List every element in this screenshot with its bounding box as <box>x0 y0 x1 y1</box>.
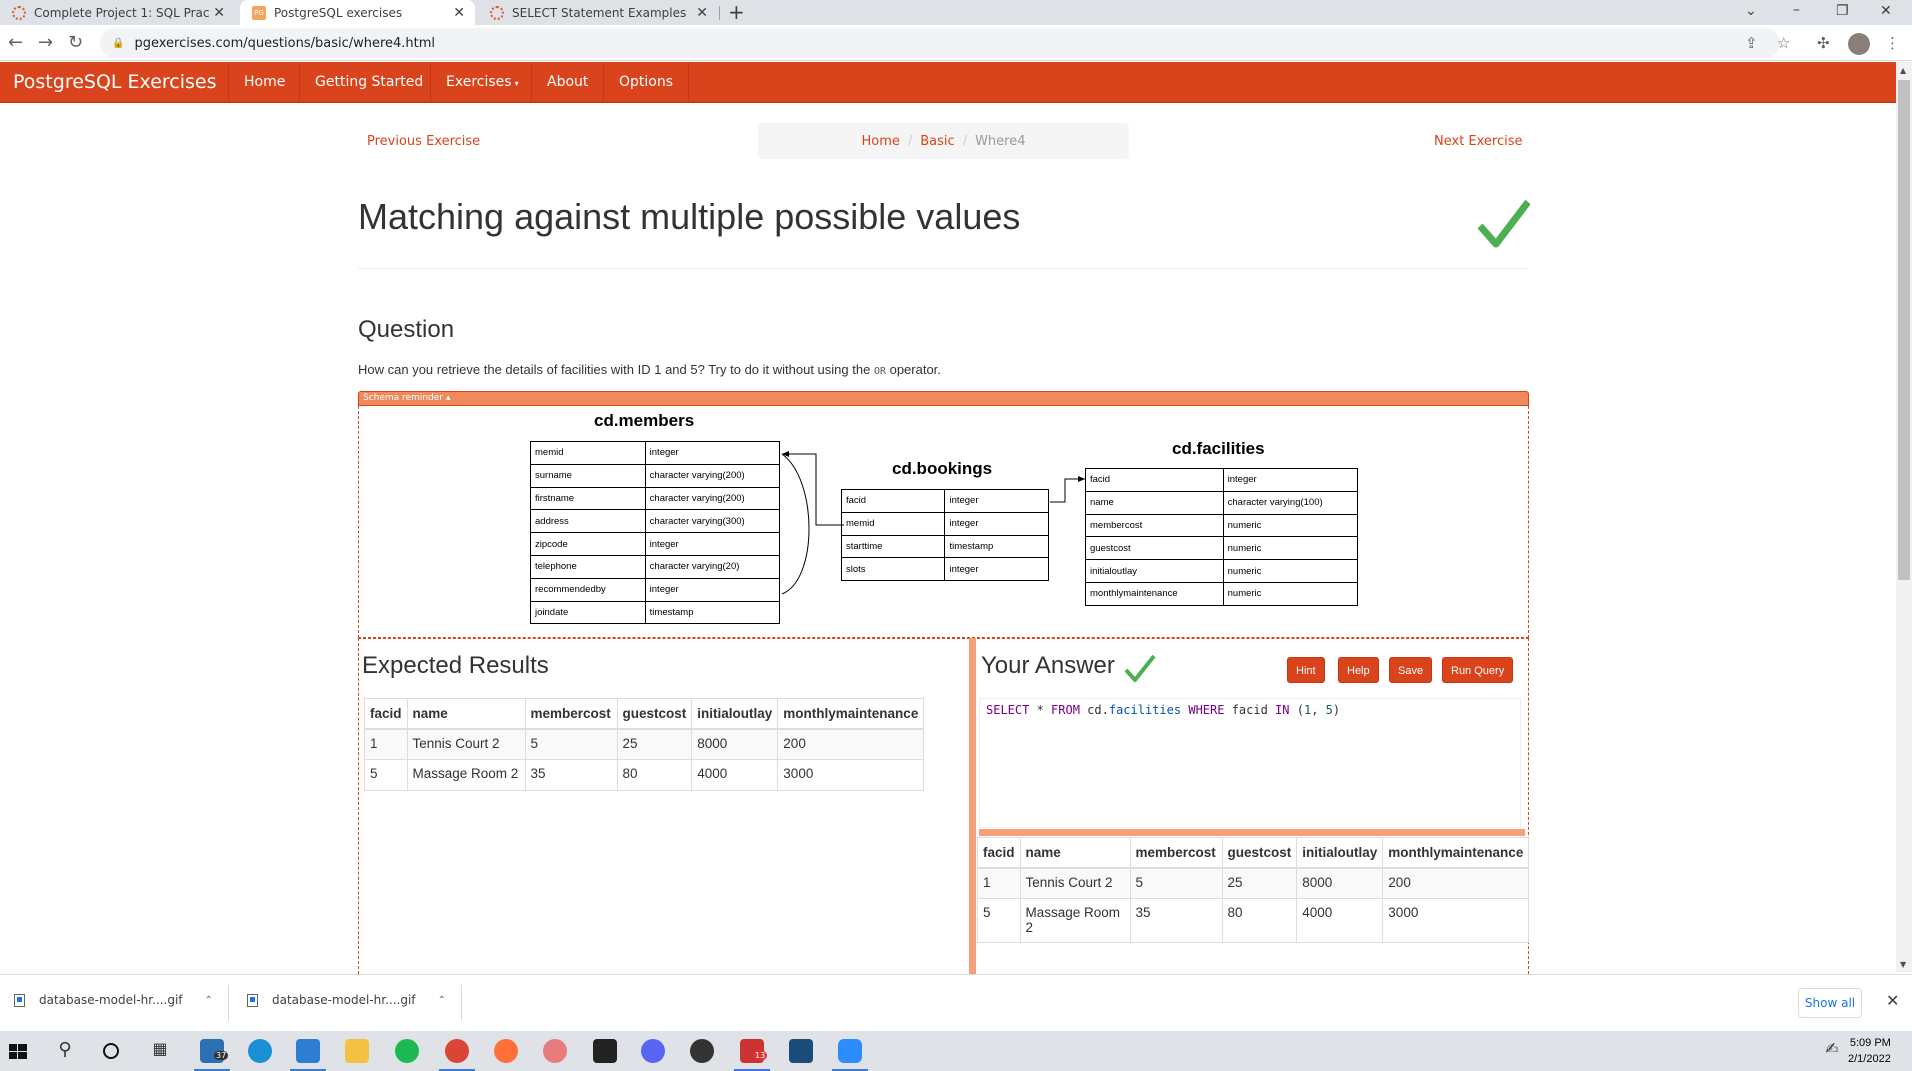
firefox-icon[interactable] <box>494 1039 518 1063</box>
expected-results-table: facid name membercost guestcost initialoutla… <box>364 698 925 791</box>
table-cell: Tennis Court 2 <box>1019 867 1131 899</box>
column-header: guestcost <box>1221 837 1298 869</box>
column-header: membercost <box>1129 837 1223 869</box>
hint-button[interactable]: Hint <box>1287 657 1325 683</box>
pen-icon[interactable]: ✍ <box>1820 1039 1844 1063</box>
show-all-button[interactable]: Show all <box>1798 988 1862 1018</box>
table-cell: 3000 <box>777 759 925 791</box>
vscode-icon[interactable] <box>290 1039 326 1071</box>
download-item[interactable]: database-model-hr....gif ⌃ <box>247 993 446 1007</box>
table-cell: 4000 <box>1296 898 1384 943</box>
windows-taskbar: ⚲ ▦ 37 13 ✍ 5:09 PM 2/1/2022 <box>0 1031 1912 1071</box>
zoom-icon[interactable] <box>832 1039 868 1071</box>
column-header: guestcost <box>616 698 693 730</box>
table-cell: 200 <box>777 728 925 760</box>
table-cell: 25 <box>616 728 693 760</box>
table-cell: 25 <box>1221 867 1298 899</box>
steam-icon[interactable] <box>690 1039 714 1063</box>
table-cell: 1 <box>977 867 1021 899</box>
table-cell: 8000 <box>691 728 779 760</box>
column-header: monthlymaintenance <box>777 698 925 730</box>
chrome-icon[interactable] <box>439 1039 475 1071</box>
clock-time: 5:09 PM <box>1849 1037 1891 1049</box>
download-filename: database-model-hr....gif <box>272 993 416 1007</box>
panel-splitter[interactable] <box>969 638 976 974</box>
app-badge: 13 <box>753 1051 768 1060</box>
app-badge-icon[interactable]: 13 <box>734 1039 770 1071</box>
table-cell: 80 <box>1221 898 1298 943</box>
column-header: monthlymaintenance <box>1382 837 1530 869</box>
table-cell: Massage Room 2 <box>406 759 526 791</box>
column-header: name <box>406 698 526 730</box>
expected-results-heading: Expected Results <box>362 652 549 679</box>
clock-date: 2/1/2022 <box>1848 1053 1891 1065</box>
column-header: name <box>1019 837 1131 869</box>
table-cell: 8000 <box>1296 867 1384 899</box>
chevron-up-icon[interactable]: ⌃ <box>438 995 446 1006</box>
column-header: facid <box>364 698 408 730</box>
divider <box>228 985 229 1021</box>
help-button[interactable]: Help <box>1338 657 1379 683</box>
mail-badge: 37 <box>214 1051 229 1060</box>
file-explorer-icon[interactable] <box>345 1039 369 1063</box>
table-row: 1 Tennis Court 2 5 25 8000 200 <box>364 728 925 760</box>
table-cell: 200 <box>1382 867 1530 899</box>
table-cell: 5 <box>364 759 408 791</box>
app-icon[interactable] <box>543 1039 567 1063</box>
column-header: facid <box>977 837 1021 869</box>
your-answer-heading: Your Answer <box>981 652 1115 679</box>
table-row: 5 Massage Room 2 35 80 4000 3000 <box>364 759 925 791</box>
cortana-icon[interactable] <box>99 1039 123 1063</box>
divider <box>461 985 462 1021</box>
table-cell: 80 <box>616 759 693 791</box>
table-cell: 5 <box>1129 867 1223 899</box>
file-icon <box>247 993 258 1007</box>
column-header: initialoutlay <box>1296 837 1384 869</box>
file-icon <box>14 993 25 1007</box>
mail-icon[interactable]: 37 <box>194 1039 230 1071</box>
table-cell: 3000 <box>1382 898 1530 943</box>
task-view-icon[interactable]: ▦ <box>148 1039 172 1063</box>
windows-start-icon[interactable] <box>6 1039 30 1063</box>
download-item[interactable]: database-model-hr....gif ⌃ <box>14 993 213 1007</box>
search-icon[interactable]: ⚲ <box>53 1039 77 1063</box>
table-row: 5 Massage Room 2 35 80 4000 3000 <box>977 898 1530 943</box>
table-cell: 5 <box>524 728 618 760</box>
download-shelf: database-model-hr....gif ⌃ database-mode… <box>0 974 1912 1031</box>
table-cell: Tennis Court 2 <box>406 728 526 760</box>
table-cell: 5 <box>977 898 1021 943</box>
answer-check-icon <box>1124 654 1156 682</box>
table-cell: Massage Room 2 <box>1019 898 1131 943</box>
close-shelf-icon[interactable]: ✕ <box>1886 991 1899 1010</box>
table-cell: 1 <box>364 728 408 760</box>
column-header: membercost <box>524 698 618 730</box>
scroll-down-icon[interactable]: ▼ <box>1900 960 1906 969</box>
query-editor[interactable]: SELECT * FROM cd.facilities WHERE facid … <box>979 698 1521 828</box>
table-cell: 4000 <box>691 759 779 791</box>
schema-relationship-lines <box>781 451 1085 595</box>
table-row: 1 Tennis Court 2 5 25 8000 200 <box>977 867 1530 899</box>
discord-icon[interactable] <box>641 1039 665 1063</box>
save-button[interactable]: Save <box>1389 657 1433 683</box>
download-filename: database-model-hr....gif <box>39 993 183 1007</box>
terminal-icon[interactable] <box>593 1039 617 1063</box>
editor-resize-handle[interactable] <box>979 829 1525 836</box>
spotify-icon[interactable] <box>395 1039 419 1063</box>
run-query-button[interactable]: Run Query <box>1442 657 1514 683</box>
your-answer-results-table: facid name membercost guestcost initialoutla… <box>977 837 1530 943</box>
database-tool-icon[interactable] <box>789 1039 813 1063</box>
chevron-up-icon[interactable]: ⌃ <box>205 995 213 1006</box>
edge-icon[interactable] <box>248 1039 272 1063</box>
column-header: initialoutlay <box>691 698 779 730</box>
table-cell: 35 <box>524 759 618 791</box>
taskbar-clock[interactable]: 5:09 PM 2/1/2022 <box>1848 1035 1891 1067</box>
table-cell: 35 <box>1129 898 1223 943</box>
